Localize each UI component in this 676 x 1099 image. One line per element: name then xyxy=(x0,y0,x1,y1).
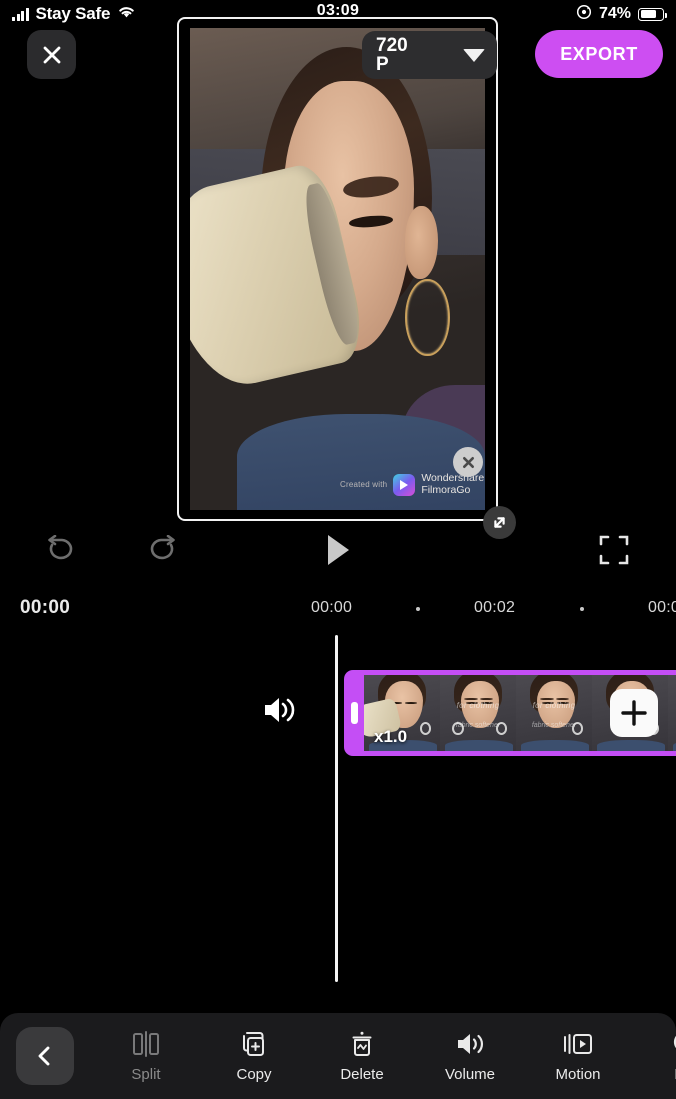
ruler-tick-dot xyxy=(580,607,584,611)
wifi-icon xyxy=(117,4,136,24)
tool-split[interactable]: Split xyxy=(92,1013,200,1099)
status-bar: Stay Safe 03:09 74% xyxy=(0,0,676,28)
close-button[interactable] xyxy=(27,30,76,79)
resolution-suffix: P xyxy=(376,54,389,75)
tool-label: Volume xyxy=(444,1066,496,1083)
volume-icon xyxy=(454,1029,486,1059)
rotate-icon xyxy=(671,1029,676,1059)
video-editor-app: Stay Safe 03:09 74% EXPORT 720 P Created… xyxy=(0,0,676,1099)
thumbnail-caption: fabric softener xyxy=(531,722,577,730)
tool-motion[interactable]: Motion xyxy=(524,1013,632,1099)
current-time-label: 00:00 xyxy=(20,597,71,618)
status-bar-right: 74% xyxy=(576,4,667,25)
filmorago-logo-icon xyxy=(393,473,416,496)
redo-icon xyxy=(150,535,175,560)
tool-label: Delete xyxy=(340,1066,384,1083)
battery-percent-label: 74% xyxy=(598,5,631,22)
watermark: Created with Wondershare FilmoraGo xyxy=(340,472,484,497)
chevron-left-icon xyxy=(38,1046,50,1066)
signal-bars-icon xyxy=(12,7,29,21)
clip-thumbnail xyxy=(668,675,676,751)
split-icon xyxy=(131,1029,161,1059)
tool-label: Motion xyxy=(555,1066,601,1083)
tool-rotate[interactable]: Rot xyxy=(632,1013,676,1099)
fullscreen-icon xyxy=(599,535,629,565)
ruler-tick-label: 00:0 xyxy=(648,599,676,616)
undo-button[interactable] xyxy=(34,524,86,576)
resize-diagonal-icon xyxy=(494,517,505,528)
resolution-value: 720 P xyxy=(376,34,459,75)
tool-label: Copy xyxy=(236,1066,272,1083)
resolution-selector[interactable]: 720 P xyxy=(362,31,497,79)
play-icon xyxy=(328,535,349,565)
add-clip-button[interactable] xyxy=(610,689,658,737)
export-button-label: EXPORT xyxy=(560,43,638,64)
plus-icon xyxy=(621,700,647,726)
chevron-down-icon xyxy=(463,48,485,62)
tool-volume[interactable]: Volume xyxy=(416,1013,524,1099)
tool-copy[interactable]: Copy xyxy=(200,1013,308,1099)
watermark-created-label: Created with xyxy=(340,480,388,490)
fullscreen-button[interactable] xyxy=(588,524,640,576)
rotation-lock-icon xyxy=(576,4,592,25)
close-icon xyxy=(43,46,60,63)
thumbnail-caption: for clothing xyxy=(532,700,576,710)
preview-frame-border xyxy=(177,17,498,521)
resolution-number: 720 xyxy=(376,34,408,56)
clip-thumbnail: for clothing fabric softener xyxy=(516,675,592,751)
clip-trim-handle-left[interactable] xyxy=(351,702,358,724)
playback-controls xyxy=(0,524,676,576)
status-bar-left: Stay Safe xyxy=(12,4,136,24)
redo-button[interactable] xyxy=(137,524,189,576)
watermark-brand-label: Wondershare FilmoraGo xyxy=(421,472,484,497)
watermark-brand-line2: FilmoraGo xyxy=(421,483,471,496)
back-button[interactable] xyxy=(16,1027,74,1085)
motion-icon xyxy=(562,1029,594,1059)
speaker-icon xyxy=(265,698,295,722)
bottom-toolbar: Split Copy Delete Volume Motion xyxy=(0,1013,676,1099)
timeline-ruler[interactable]: 00:00 00:00 00:02 00:0 xyxy=(0,594,676,628)
watermark-close-button[interactable] xyxy=(453,447,483,477)
thumbnail-caption: fabric softener xyxy=(455,722,501,730)
clip-speed-badge: x1.0 xyxy=(374,727,408,746)
tool-label: Split xyxy=(131,1066,161,1083)
carrier-label: Stay Safe xyxy=(35,4,111,23)
copy-icon xyxy=(239,1029,269,1059)
ruler-tick-label: 00:00 xyxy=(311,599,353,616)
tool-list: Split Copy Delete Volume Motion xyxy=(92,1013,676,1099)
audio-track-button[interactable] xyxy=(261,693,299,732)
battery-icon xyxy=(638,7,667,21)
preview-resize-handle[interactable] xyxy=(483,506,516,539)
ruler-tick-label: 00:02 xyxy=(474,599,516,616)
timeline-playhead[interactable] xyxy=(335,635,338,982)
play-button[interactable] xyxy=(312,524,364,576)
delete-icon xyxy=(347,1029,377,1059)
thumbnail-caption: for clothing xyxy=(456,700,500,710)
clip-thumbnail: for clothing fabric softener xyxy=(440,675,516,751)
tool-delete[interactable]: Delete xyxy=(308,1013,416,1099)
export-button[interactable]: EXPORT xyxy=(535,30,663,78)
close-icon xyxy=(462,456,474,468)
undo-icon xyxy=(48,535,73,560)
ruler-tick-dot xyxy=(416,607,420,611)
